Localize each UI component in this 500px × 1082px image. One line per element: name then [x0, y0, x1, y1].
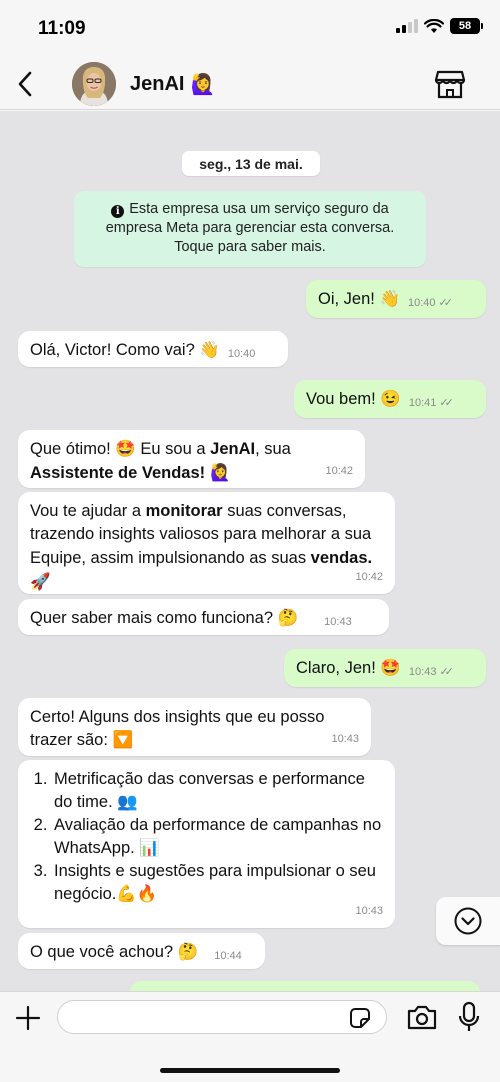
avatar-image: [72, 62, 116, 106]
read-ticks-icon: ✓✓: [438, 297, 454, 309]
microphone-icon: [458, 1001, 480, 1031]
message-time: 10:43: [355, 905, 383, 917]
list-item: Insights e sugestões para impulsionar o …: [52, 860, 383, 906]
chevron-left-icon: [18, 71, 32, 97]
message-incoming[interactable]: Vou te ajudar a monitorar suas conversas…: [18, 492, 395, 594]
list-item: Metrificação das conversas e performance…: [52, 768, 383, 814]
info-icon: i: [111, 205, 125, 218]
date-chip: seg., 13 de mai.: [182, 151, 320, 176]
message-text: Vou bem! 😉: [306, 390, 401, 408]
sticker-button[interactable]: [348, 1006, 372, 1030]
read-ticks-icon: ✓✓: [439, 666, 454, 678]
list-item: Avaliação da performance de campanhas no…: [52, 814, 383, 860]
message-time: 10:40: [227, 348, 256, 360]
chat-area[interactable]: seg., 13 de mai. i Esta empresa usa um se…: [0, 111, 500, 991]
message-outgoing[interactable]: Vou bem! 😉 10:41 ✓✓: [294, 380, 486, 418]
message-outgoing[interactable]: Oi, Jen! 👋 10:40 ✓✓: [306, 280, 486, 318]
message-text: Certo! Alguns dos insights que eu posso …: [30, 708, 325, 749]
message-text: Que ótimo! 🤩 Eu sou a JenAI, sua Assiste…: [30, 440, 291, 482]
message-text: Oi, Jen! 👋: [318, 290, 400, 308]
message-incoming[interactable]: Metrificação das conversas e performance…: [18, 760, 395, 928]
avatar[interactable]: [72, 62, 116, 106]
message-incoming[interactable]: Olá, Victor! Como vai? 👋 10:40: [18, 331, 288, 367]
camera-icon: [407, 1005, 437, 1030]
battery-level: 58: [458, 20, 472, 32]
message-text: Vou te ajudar a monitorar suas conversas…: [30, 502, 373, 591]
plus-icon: [15, 1005, 41, 1031]
message-incoming[interactable]: Certo! Alguns dos insights que eu posso …: [18, 698, 371, 756]
message-incoming[interactable]: Que ótimo! 🤩 Eu sou a JenAI, sua Assiste…: [18, 430, 365, 488]
message-text: Claro, Jen! 🤩: [296, 659, 401, 677]
message-text: O que você achou? 🤔: [30, 943, 199, 961]
message-time: 10:43 ✓✓: [409, 661, 454, 684]
message-time: 10:43: [324, 616, 352, 628]
message-text: Olá, Victor! Como vai? 👋: [30, 341, 220, 359]
message-text: Quer saber mais como funciona? 🤔: [30, 609, 299, 627]
message-input[interactable]: [57, 1000, 387, 1034]
contact-name[interactable]: JenAI 🙋‍♀️: [130, 72, 215, 96]
camera-button[interactable]: [406, 1003, 438, 1031]
message-incoming[interactable]: Quer saber mais como funciona? 🤔 10:43: [18, 599, 389, 635]
message-outgoing-partial: [130, 981, 480, 991]
sticker-icon: [350, 1008, 370, 1028]
chevron-down-circle-icon: [454, 907, 482, 935]
status-icons: 58: [396, 18, 483, 34]
message-time: 10:40 ✓✓: [408, 292, 454, 315]
status-bar: 11:09 58: [0, 0, 500, 58]
back-button[interactable]: [12, 68, 38, 100]
chat-header: JenAI 🙋‍♀️: [0, 58, 500, 110]
microphone-button[interactable]: [457, 1001, 481, 1033]
encryption-notice[interactable]: i Esta empresa usa um serviço seguro da e…: [74, 191, 426, 267]
contact-emoji: 🙋‍♀️: [190, 72, 216, 96]
read-ticks-icon: ✓✓: [439, 397, 454, 409]
message-incoming[interactable]: O que você achou? 🤔 10:44: [18, 933, 265, 969]
message-time: 10:42: [355, 571, 383, 583]
catalog-button[interactable]: [434, 70, 466, 100]
store-icon: [434, 70, 466, 99]
message-outgoing[interactable]: Claro, Jen! 🤩 10:43 ✓✓: [284, 649, 486, 687]
message-time: 10:43: [331, 733, 359, 745]
message-time: 10:41 ✓✓: [409, 392, 454, 415]
attach-button[interactable]: [14, 1004, 42, 1032]
battery-icon: 58: [450, 18, 483, 34]
status-time: 11:09: [38, 18, 86, 39]
message-time: 10:44: [214, 950, 242, 962]
home-indicator: [160, 1068, 340, 1073]
wifi-icon: [424, 18, 444, 33]
notice-text: Esta empresa usa um serviço seguro da em…: [105, 201, 395, 255]
message-input-bar: [0, 991, 500, 1082]
message-time: 10:42: [325, 465, 353, 477]
insights-list: Metrificação das conversas e performance…: [30, 768, 383, 906]
signal-icon: [396, 19, 418, 33]
scroll-to-bottom-button[interactable]: [436, 897, 500, 945]
contact-name-text: JenAI: [130, 72, 185, 95]
